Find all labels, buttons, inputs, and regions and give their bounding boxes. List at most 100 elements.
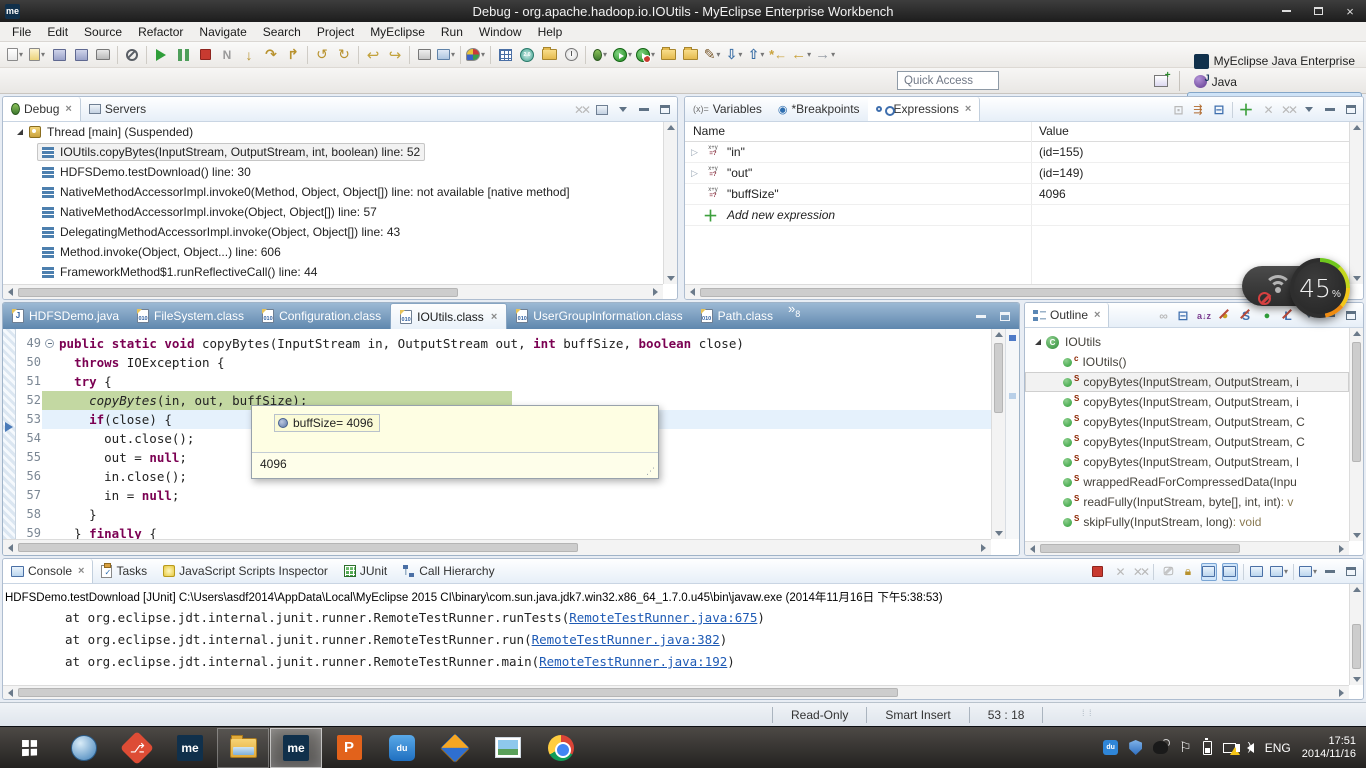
- scroll-thumb[interactable]: [1352, 624, 1361, 669]
- tray-vol-icon[interactable]: [1247, 743, 1254, 753]
- back-button[interactable]: ▾: [789, 44, 813, 66]
- menu-refactor[interactable]: Refactor: [130, 22, 191, 42]
- scroll-thumb[interactable]: [1352, 342, 1361, 462]
- new-server-button[interactable]: [413, 44, 435, 66]
- maximize-view-button[interactable]: [1343, 307, 1359, 325]
- menu-myeclipse[interactable]: MyEclipse: [362, 22, 433, 42]
- menu-window[interactable]: Window: [471, 22, 530, 42]
- menu-source[interactable]: Source: [76, 22, 130, 42]
- stack-frame[interactable]: Method.invoke(Object, Object...) line: 6…: [3, 242, 663, 262]
- annotation-marker[interactable]: [1009, 393, 1016, 399]
- save-button[interactable]: [48, 44, 70, 66]
- run-external-button[interactable]: ▾: [634, 44, 657, 66]
- hide-non-public-members-button[interactable]: ●: [1259, 307, 1275, 325]
- debug-vscrollbar[interactable]: [663, 122, 677, 284]
- pin-console-button[interactable]: [1249, 563, 1265, 581]
- drop-frame1-button[interactable]: [311, 44, 333, 66]
- language-indicator[interactable]: ENG: [1265, 741, 1291, 755]
- close-tab-icon[interactable]: ×: [965, 103, 971, 115]
- stack-trace-link[interactable]: RemoteTestRunner.java:192: [539, 654, 727, 669]
- overview-ruler[interactable]: [1005, 329, 1019, 539]
- step-into-button[interactable]: [238, 44, 260, 66]
- pencil-button[interactable]: ▾: [701, 44, 723, 66]
- editor-vscrollbar[interactable]: [991, 329, 1005, 539]
- show-on-stdout-toggle[interactable]: [1222, 563, 1238, 581]
- clear-console-button[interactable]: ⎚: [1159, 563, 1175, 581]
- outline-hscrollbar[interactable]: [1025, 541, 1349, 555]
- step-return-button[interactable]: [282, 44, 304, 66]
- taskbar-app-git[interactable]: [111, 728, 163, 768]
- tab-debug[interactable]: Debug×: [3, 97, 81, 121]
- open-console-button[interactable]: ▾: [1299, 563, 1317, 581]
- wizard-button[interactable]: ▾: [26, 44, 48, 66]
- outline-item-readfully-inputstrea[interactable]: SreadFully(InputStream, byte[], int, int…: [1025, 492, 1349, 512]
- stack-trace-link[interactable]: RemoteTestRunner.java:382: [532, 632, 720, 647]
- hide-static-members-button[interactable]: S: [1238, 307, 1254, 325]
- view-menu-button[interactable]: [615, 101, 631, 119]
- console-output[interactable]: HDFSDemo.testDownload [JUnit] C:\Users\a…: [3, 585, 1349, 685]
- expression-row[interactable]: ▷x+y=?"out"(id=149): [685, 163, 1349, 184]
- code-line[interactable]: 50 throws IOException {: [17, 353, 991, 372]
- resize-grip-icon[interactable]: ⋰: [646, 466, 656, 477]
- menu-run[interactable]: Run: [433, 22, 471, 42]
- open-folder-button[interactable]: [657, 44, 679, 66]
- tab-breakpoints[interactable]: *Breakpoints: [770, 97, 868, 121]
- tab-javascript-scripts-inspector[interactable]: JavaScript Scripts Inspector: [155, 559, 336, 583]
- maximize-view-button[interactable]: [1343, 563, 1359, 581]
- menu-help[interactable]: Help: [530, 22, 571, 42]
- collapse-all-button[interactable]: ⊟: [1211, 101, 1227, 119]
- server-run-button[interactable]: ▾: [435, 44, 457, 66]
- scroll-thumb[interactable]: [700, 288, 1280, 297]
- tray-battery-icon[interactable]: [1203, 741, 1212, 755]
- menu-project[interactable]: Project: [309, 22, 362, 42]
- import-button[interactable]: ▾: [723, 44, 745, 66]
- minimize-window-button[interactable]: [1270, 0, 1302, 22]
- collapsed-twisty-icon[interactable]: ▷: [691, 168, 698, 179]
- console-vscrollbar[interactable]: [1349, 584, 1363, 685]
- tab-variables[interactable]: Variables: [685, 97, 770, 121]
- add-new-expression-row[interactable]: ＋Add new expression: [685, 205, 1349, 226]
- terminate-button[interactable]: [194, 44, 216, 66]
- expanded-twisty-icon[interactable]: [17, 129, 23, 135]
- debug-hscrollbar[interactable]: [3, 284, 663, 299]
- stack-frame[interactable]: FrameworkMethod$1.runReflectiveCall() li…: [3, 262, 663, 282]
- run-button[interactable]: ▾: [611, 44, 634, 66]
- editor-hscrollbar[interactable]: [3, 539, 991, 555]
- tab-tasks[interactable]: Tasks: [93, 559, 155, 583]
- stack-frame[interactable]: NativeMethodAccessorImpl.invoke(Object, …: [3, 202, 663, 222]
- stack-frame[interactable]: IOUtils.copyBytes(InputStream, OutputStr…: [3, 142, 663, 162]
- editor-tab-path-class[interactable]: Path.class: [692, 303, 782, 329]
- outline-item-copybytes-inputstrea[interactable]: ScopyBytes(InputStream, OutputStream, C: [1025, 412, 1349, 432]
- stack-frame[interactable]: DelegatingMethodAccessorImpl.invoke(Obje…: [3, 222, 663, 242]
- remove-terminated-button[interactable]: ✕✕: [573, 101, 589, 119]
- code-line[interactable]: 49public static void copyBytes(InputStre…: [17, 334, 991, 353]
- collapse-all-button[interactable]: ⊟: [1175, 307, 1191, 325]
- display-selected-console-button[interactable]: ▾: [1270, 563, 1288, 581]
- undo-button[interactable]: [362, 44, 384, 66]
- hide-local-types-button[interactable]: L: [1280, 307, 1296, 325]
- open-folder2-button[interactable]: [679, 44, 701, 66]
- outline-item-copybytes-inputstrea[interactable]: ScopyBytes(InputStream, OutputStream, i: [1025, 372, 1349, 392]
- tab-outline[interactable]: Outline×: [1025, 303, 1109, 327]
- daemon-icon[interactable]: [594, 101, 610, 119]
- save-all-button[interactable]: [70, 44, 92, 66]
- scroll-thumb[interactable]: [18, 288, 458, 297]
- quick-access-input[interactable]: Quick Access: [897, 71, 999, 90]
- print-button[interactable]: [92, 44, 114, 66]
- remove-expression-button[interactable]: ✕: [1259, 101, 1275, 119]
- code-line[interactable]: 57 in = null;: [17, 486, 991, 505]
- remove-all-expressions-button[interactable]: ✕✕: [1280, 101, 1296, 119]
- outline-item-copybytes-inputstrea[interactable]: ScopyBytes(InputStream, OutputStream, l: [1025, 452, 1349, 472]
- scroll-lock-button[interactable]: 🔒︎: [1180, 563, 1196, 581]
- tray-flag-icon[interactable]: [1179, 739, 1192, 756]
- code-line[interactable]: 59 } finally {: [17, 524, 991, 539]
- skip-breakpoints-button[interactable]: [121, 44, 143, 66]
- close-tab-icon[interactable]: ×: [78, 565, 84, 577]
- folder-web-button[interactable]: [538, 44, 560, 66]
- outline-item-ioutils[interactable]: CIOUtils: [1025, 332, 1349, 352]
- thread-node[interactable]: Thread [main] (Suspended): [3, 122, 663, 142]
- editor-tab-usergroupinformation-class[interactable]: UserGroupInformation.class: [507, 303, 691, 329]
- tray-dish-icon[interactable]: [1153, 741, 1168, 754]
- menu-navigate[interactable]: Navigate: [191, 22, 254, 42]
- taskbar-app-photos[interactable]: [482, 728, 534, 768]
